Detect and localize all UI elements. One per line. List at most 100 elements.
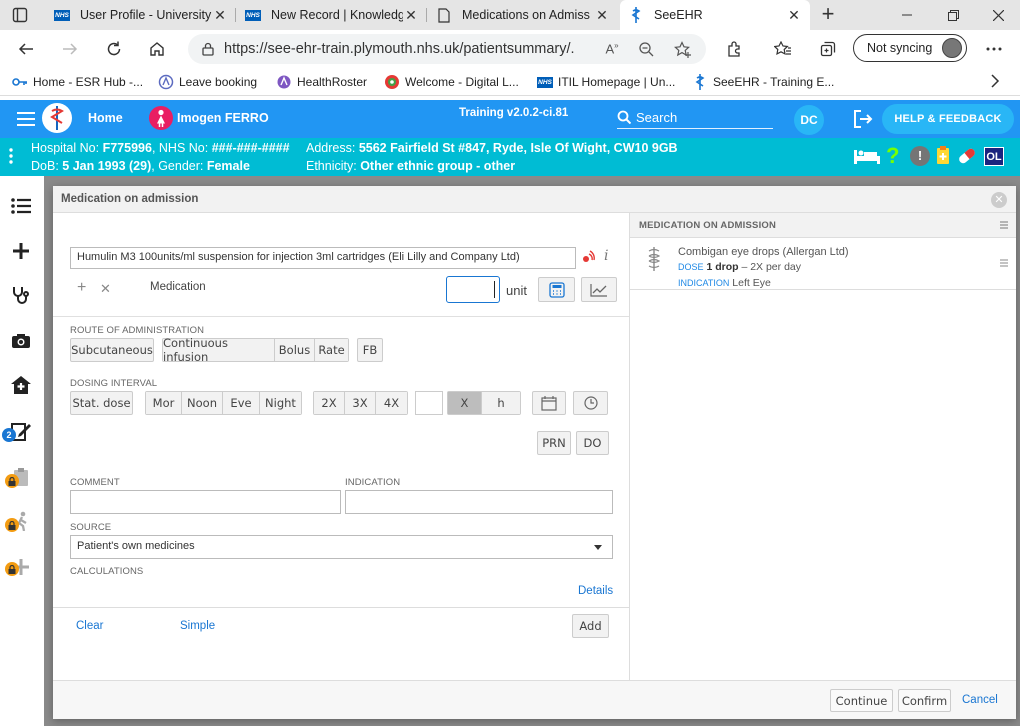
route-rate-button[interactable]: Rate	[315, 339, 348, 361]
freq-4x-button[interactable]: 4X	[376, 392, 407, 414]
home-link[interactable]: Home	[88, 111, 123, 125]
schedule-button[interactable]	[573, 391, 608, 415]
hospital-icon[interactable]	[6, 370, 36, 400]
browser-tab[interactable]: Medications on Admiss ✕	[428, 0, 618, 30]
simple-link[interactable]: Simple	[180, 620, 215, 632]
browser-tab-active[interactable]: SeeEHR ✕	[620, 0, 810, 30]
read-aloud-icon[interactable]: A»	[603, 41, 621, 59]
sync-button[interactable]: Not syncing	[853, 34, 967, 62]
ol-badge[interactable]: OL	[984, 147, 1004, 166]
remove-icon[interactable]: ✕	[100, 281, 111, 297]
time-eve-button[interactable]: Eve	[223, 392, 260, 414]
collections-icon[interactable]	[814, 35, 842, 63]
close-tab-icon[interactable]: ✕	[594, 7, 610, 24]
details-link[interactable]: Details	[578, 585, 613, 597]
route-fb-button[interactable]: FB	[357, 338, 383, 362]
camera-icon[interactable]	[6, 326, 36, 356]
interval-x-button[interactable]: X	[448, 392, 482, 414]
cancel-link[interactable]: Cancel	[962, 694, 998, 706]
walking-locked-icon[interactable]	[5, 506, 36, 536]
clear-link[interactable]: Clear	[76, 620, 103, 632]
add-locked-icon[interactable]	[5, 552, 36, 582]
add-button[interactable]: Add	[572, 614, 609, 638]
lock-icon[interactable]	[202, 42, 214, 56]
bookmark-item[interactable]: HealthRoster	[276, 72, 367, 92]
forward-icon[interactable]	[56, 35, 84, 63]
indication-input[interactable]	[345, 490, 613, 514]
address-bar[interactable]: https://see-ehr-train.plymouth.nhs.uk/pa…	[188, 34, 706, 64]
dose-quantity-input[interactable]	[446, 276, 500, 303]
bookmark-item[interactable]: NHS ITIL Homepage | Un...	[537, 72, 675, 92]
user-avatar[interactable]: DC	[794, 105, 824, 135]
freq-3x-button[interactable]: 3X	[345, 392, 376, 414]
refresh-icon[interactable]	[100, 35, 128, 63]
clipboard-icon[interactable]	[936, 145, 950, 165]
chart-button[interactable]	[581, 277, 617, 302]
menu-icon[interactable]	[17, 112, 35, 126]
stat-dose-button[interactable]: Stat. dose	[70, 391, 133, 415]
bed-icon[interactable]	[853, 147, 881, 165]
route-bolus-button[interactable]: Bolus	[275, 339, 315, 361]
close-tab-icon[interactable]: ✕	[212, 7, 228, 24]
bookmark-item[interactable]: SeeEHR - Training E...	[692, 72, 834, 92]
close-icon[interactable]: ✕	[991, 192, 1007, 208]
clipboard-locked-icon[interactable]	[5, 462, 36, 492]
help-feedback-button[interactable]: HELP & FEEDBACK	[882, 104, 1014, 134]
stethoscope-icon[interactable]	[6, 280, 36, 310]
patient-name[interactable]: Imogen FERRO	[177, 111, 269, 125]
calendar-button[interactable]	[532, 391, 566, 415]
bookmark-item[interactable]: Leave booking	[158, 72, 257, 92]
chevron-right-icon[interactable]	[990, 74, 1000, 88]
medication-search-field[interactable]: Humulin M3 100units/ml suspension for in…	[70, 247, 576, 269]
interval-input[interactable]	[415, 391, 443, 415]
close-tab-icon[interactable]: ✕	[786, 7, 802, 24]
back-icon[interactable]	[12, 35, 40, 63]
red-signal-icon[interactable]	[581, 250, 595, 264]
tab-actions-icon[interactable]	[12, 7, 28, 23]
extensions-icon[interactable]	[720, 35, 748, 63]
question-icon[interactable]: ?	[886, 144, 899, 168]
info-icon[interactable]: i	[604, 248, 608, 264]
restore-icon[interactable]	[930, 0, 976, 30]
interval-h-button[interactable]: h	[482, 392, 520, 414]
search-input[interactable]: Search	[617, 106, 773, 129]
home-icon[interactable]	[143, 35, 171, 63]
route-continuous-infusion-button[interactable]: Continuous infusion	[163, 336, 275, 364]
minimize-icon[interactable]	[884, 0, 930, 30]
new-tab-icon[interactable]: +	[818, 3, 838, 25]
source-select[interactable]: Patient's own medicines	[70, 535, 613, 559]
favorite-add-icon[interactable]	[674, 41, 692, 59]
confirm-button[interactable]: Confirm	[898, 689, 951, 712]
time-night-button[interactable]: Night	[260, 392, 301, 414]
do-button[interactable]: DO	[576, 431, 609, 455]
prescription-icon[interactable]: 2	[2, 416, 36, 446]
time-noon-button[interactable]: Noon	[182, 392, 223, 414]
more-menu-icon[interactable]	[980, 35, 1008, 63]
prn-button[interactable]: PRN	[537, 431, 571, 455]
browser-tab[interactable]: NHS User Profile - University ✕	[46, 0, 236, 30]
favorites-icon[interactable]	[769, 35, 797, 63]
item-menu-icon[interactable]	[1000, 259, 1008, 267]
seeehr-logo-icon[interactable]	[42, 103, 72, 133]
logout-icon[interactable]	[853, 110, 873, 128]
freq-2x-button[interactable]: 2X	[314, 392, 345, 414]
close-window-icon[interactable]	[975, 0, 1020, 30]
list-icon[interactable]	[6, 191, 36, 221]
list-item[interactable]: Combigan eye drops (Allergan Ltd) DOSE 1…	[630, 238, 1016, 290]
alert-icon[interactable]: !	[910, 146, 930, 166]
bookmark-item[interactable]: Home - ESR Hub -...	[12, 72, 143, 92]
bookmark-item[interactable]: Welcome - Digital L...	[384, 72, 519, 92]
plus-icon[interactable]: +	[77, 279, 86, 297]
pill-icon[interactable]	[956, 146, 978, 166]
add-icon[interactable]	[6, 236, 36, 266]
browser-tab[interactable]: NHS New Record | Knowledg ✕	[237, 0, 427, 30]
more-vertical-icon[interactable]	[9, 148, 13, 164]
zoom-out-icon[interactable]	[638, 41, 656, 59]
time-mor-button[interactable]: Mor	[146, 392, 182, 414]
menu-icon[interactable]	[1000, 221, 1008, 229]
calculator-button[interactable]	[538, 277, 575, 302]
route-subcutaneous-button[interactable]: Subcutaneous	[70, 338, 154, 362]
comment-input[interactable]	[70, 490, 341, 514]
close-tab-icon[interactable]: ✕	[403, 7, 419, 24]
continue-button[interactable]: Continue	[830, 689, 893, 712]
